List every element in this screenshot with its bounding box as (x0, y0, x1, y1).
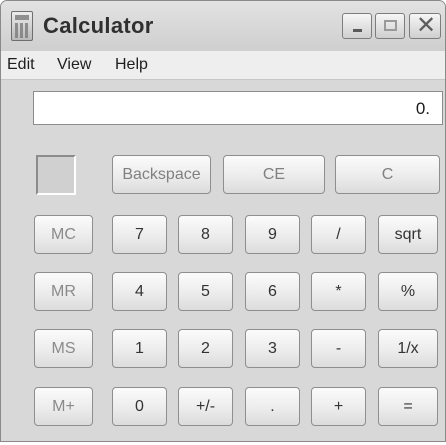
key-percent[interactable]: % (378, 272, 438, 311)
backspace-button[interactable]: Backspace (112, 155, 211, 194)
key-add[interactable]: + (311, 387, 366, 426)
maximize-icon (384, 20, 397, 31)
mplus-button[interactable]: M+ (34, 387, 93, 426)
close-button[interactable]: ✕ (409, 13, 441, 39)
menu-help[interactable]: Help (115, 56, 148, 74)
key-4[interactable]: 4 (112, 272, 167, 311)
maximize-button[interactable] (375, 13, 405, 39)
key-subtract[interactable]: - (311, 329, 366, 368)
key-3[interactable]: 3 (245, 329, 300, 368)
key-5[interactable]: 5 (178, 272, 233, 311)
key-9[interactable]: 9 (245, 215, 300, 254)
minimize-icon (353, 29, 362, 32)
ms-button[interactable]: MS (34, 329, 93, 368)
menu-edit[interactable]: Edit (7, 56, 35, 74)
key-decimal[interactable]: . (245, 387, 300, 426)
mc-button[interactable]: MC (34, 215, 93, 254)
key-sign[interactable]: +/- (178, 387, 233, 426)
key-divide[interactable]: / (311, 215, 366, 254)
key-sqrt[interactable]: sqrt (378, 215, 438, 254)
key-1[interactable]: 1 (112, 329, 167, 368)
minimize-button[interactable] (342, 13, 372, 39)
display-value: 0. (415, 99, 430, 118)
close-icon: ✕ (415, 12, 437, 39)
key-multiply[interactable]: * (311, 272, 366, 311)
memory-indicator (36, 155, 76, 195)
key-7[interactable]: 7 (112, 215, 167, 254)
mr-button[interactable]: MR (34, 272, 93, 311)
key-6[interactable]: 6 (245, 272, 300, 311)
key-equals[interactable]: = (378, 387, 438, 426)
calculator-display: 0. (33, 91, 443, 125)
ce-button[interactable]: CE (223, 155, 325, 194)
key-2[interactable]: 2 (178, 329, 233, 368)
c-button[interactable]: C (335, 155, 440, 194)
calculator-icon (11, 11, 33, 41)
calculator-window: Calculator ✕ Edit View Help 0. Backspace… (0, 0, 446, 442)
key-0[interactable]: 0 (112, 387, 167, 426)
menu-bar: Edit View Help (1, 51, 445, 80)
key-reciprocal[interactable]: 1/x (378, 329, 438, 368)
window-title: Calculator (43, 13, 154, 38)
title-bar[interactable]: Calculator ✕ (1, 1, 445, 51)
key-8[interactable]: 8 (178, 215, 233, 254)
menu-view[interactable]: View (57, 56, 91, 74)
